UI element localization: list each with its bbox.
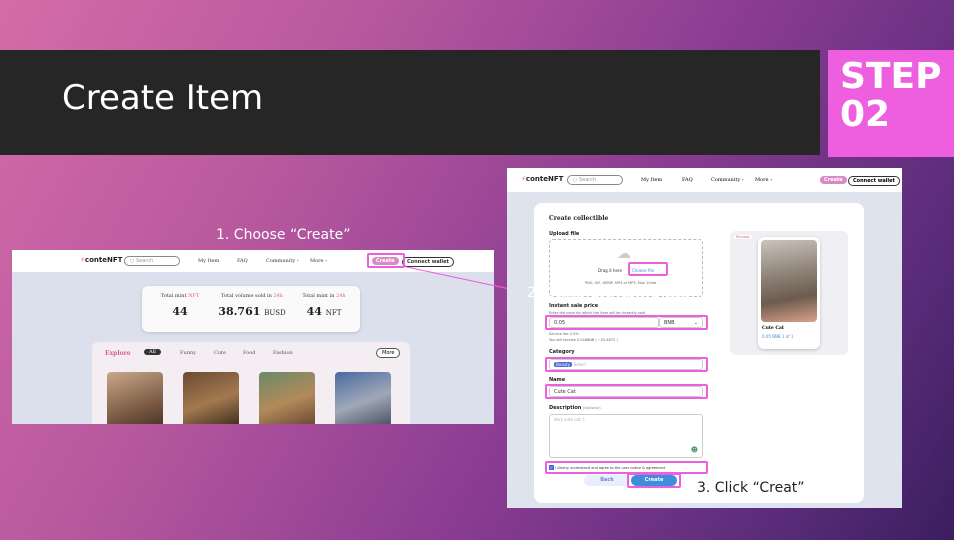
highlight-agreement bbox=[545, 461, 708, 474]
price-label: Instant sale price bbox=[549, 303, 599, 309]
step-badge: STEP 02 bbox=[828, 50, 954, 157]
highlight-name bbox=[545, 384, 708, 399]
preview-image bbox=[761, 240, 817, 322]
logo[interactable]: ⚡conteNFT bbox=[521, 175, 563, 183]
filter-all[interactable]: All bbox=[144, 349, 161, 355]
upload-label: Upload file bbox=[549, 231, 580, 237]
create-collectible-form: Create collectible Upload file ☁ Drag it… bbox=[534, 203, 864, 503]
preview-card: Cute Cat 0.05 BNB 1 of 1 bbox=[758, 237, 820, 349]
search-icon: ○ bbox=[573, 177, 578, 183]
instruction-click-create: 3. Click “Creat” bbox=[697, 480, 805, 496]
search-icon: ○ bbox=[130, 258, 135, 264]
filter-funny[interactable]: Funny bbox=[180, 350, 196, 356]
more-button[interactable]: More bbox=[376, 348, 401, 358]
nav-more[interactable]: More › bbox=[310, 258, 327, 264]
form-title: Create collectible bbox=[549, 215, 609, 222]
create-page-navbar: ⚡conteNFT ○ Search My Item FAQ Community… bbox=[507, 168, 902, 192]
search-input[interactable]: ○ Search bbox=[124, 256, 180, 266]
name-label: Name bbox=[549, 377, 566, 383]
nft-card[interactable] bbox=[183, 372, 239, 424]
nav-more[interactable]: More › bbox=[755, 177, 772, 183]
description-textarea[interactable]: Very cute cat :) ☻ bbox=[549, 414, 703, 458]
preview-name: Cute Cat bbox=[762, 326, 784, 331]
explore-title: Explore bbox=[105, 350, 131, 357]
receive-text: You will receive 0.0488NB ( ~$5.4875 ) bbox=[549, 338, 618, 342]
stat-mint-24h: Total mint in 24h 44 NFT bbox=[302, 293, 346, 318]
service-fee: Service fee 2.5% bbox=[549, 332, 579, 336]
nav-faq[interactable]: FAQ bbox=[682, 177, 693, 183]
highlight-category bbox=[545, 357, 708, 372]
stats-card: Total mint NFT 44 Total volume sold in 2… bbox=[142, 286, 360, 332]
description-label: Description (Optional) bbox=[549, 405, 601, 411]
preview-price: 0.05 BNB 1 of 1 bbox=[762, 334, 794, 339]
nft-card[interactable] bbox=[335, 372, 391, 424]
connect-wallet-button[interactable]: Connect wallet bbox=[848, 176, 900, 186]
upload-cloud-icon: ☁ bbox=[617, 246, 631, 262]
slide-title: Create Item bbox=[62, 78, 264, 118]
highlight-create-submit bbox=[627, 473, 681, 488]
preview-panel: Preview Cute Cat 0.05 BNB 1 of 1 bbox=[730, 231, 848, 355]
explore-panel: Explore All Funny Cute Food Fashion More bbox=[92, 342, 410, 424]
nav-my-item[interactable]: My Item bbox=[641, 177, 662, 183]
create-button[interactable]: Create bbox=[820, 176, 847, 184]
slide: Create Item STEP 02 1. Choose “Create” ⚡… bbox=[0, 0, 954, 540]
step-label: STEP bbox=[840, 56, 942, 97]
preview-badge: Preview bbox=[734, 235, 752, 239]
step-number: 02 bbox=[840, 94, 891, 135]
back-button[interactable]: Back bbox=[584, 475, 630, 486]
nav-community[interactable]: Community › bbox=[711, 177, 744, 183]
create-form-screenshot: ⚡conteNFT ○ Search My Item FAQ Community… bbox=[507, 168, 902, 508]
logo[interactable]: ⚡conteNFT bbox=[80, 256, 122, 264]
nav-my-item[interactable]: My Item bbox=[198, 258, 219, 264]
filter-food[interactable]: Food bbox=[243, 350, 255, 356]
nft-card[interactable] bbox=[107, 372, 163, 424]
stat-volume: Total volume sold in 24h 38.761 BUSD bbox=[218, 293, 286, 318]
drag-text: Drag it here bbox=[598, 268, 622, 273]
nft-card[interactable] bbox=[259, 372, 315, 424]
instruction-complete-info: 2. Complete Item’s Info bbox=[527, 285, 692, 301]
highlight-price bbox=[545, 315, 708, 330]
filter-fashion[interactable]: Fashion bbox=[273, 350, 293, 356]
nav-faq[interactable]: FAQ bbox=[237, 258, 248, 264]
stat-total-mint: Total mint NFT 44 bbox=[160, 293, 200, 318]
emoji-icon[interactable]: ☻ bbox=[691, 446, 698, 454]
highlight-choose-file bbox=[628, 262, 668, 276]
nav-community[interactable]: Community › bbox=[266, 258, 299, 264]
instruction-choose-create: 1. Choose “Create” bbox=[216, 227, 351, 243]
search-input[interactable]: ○ Search bbox=[567, 175, 623, 185]
filter-cute[interactable]: Cute bbox=[214, 350, 226, 356]
category-label: Category bbox=[549, 349, 575, 355]
